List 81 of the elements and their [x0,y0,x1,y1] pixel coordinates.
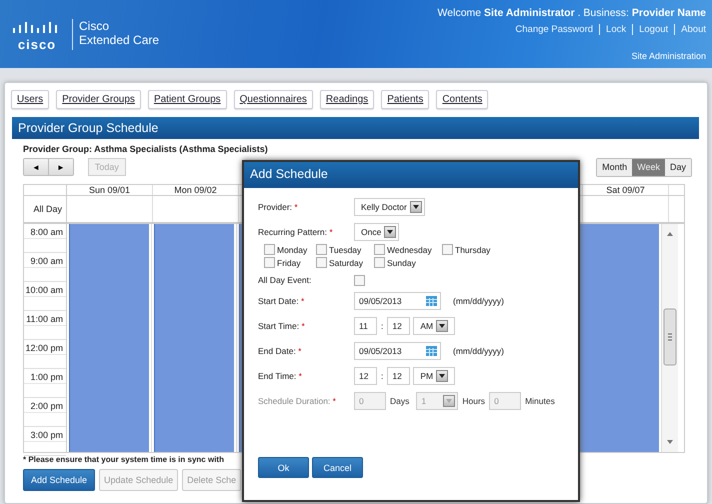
calendar-icon[interactable] [426,346,437,356]
checkbox-label: Monday [277,244,308,254]
am-pm-dropdown[interactable]: PM [413,366,456,384]
time-label: 12:00 pm [25,343,63,353]
time-label: 3:00 pm [30,430,63,440]
welcome-text: Welcome Site Administrator . Business: Provider Name [438,6,706,20]
date-format-hint: (mm/dd/yyyy) [453,296,504,306]
calendar-icon[interactable] [426,296,437,306]
day-header: Mon 09/02 [174,185,217,195]
hour-field[interactable]: 11 [354,316,377,334]
unit-label: Hours [462,396,486,406]
checkbox[interactable] [354,274,365,286]
minute-field[interactable]: 12 [387,366,410,384]
time-separator: : [381,320,384,330]
all-day-label: All Day [33,204,62,214]
time-label: 9:00 am [30,256,63,266]
dialog-button[interactable]: Ok [258,457,309,478]
date-format-hint: (mm/dd/yyyy) [453,346,504,356]
next-button[interactable]: ► [48,159,73,175]
nav-tab[interactable]: Patients [381,90,430,109]
field-label: All Day Event: [258,275,312,285]
view-button[interactable]: Week [632,158,665,176]
checkbox[interactable] [316,257,327,268]
view-button[interactable]: Month [597,158,632,176]
day-header: Sat 09/07 [606,185,645,195]
day-header: Sun 09/01 [88,185,130,195]
schedule-block[interactable] [579,224,659,452]
unit-label: Days [390,396,410,406]
time-label: 8:00 am [30,227,63,237]
time-label: 2:00 pm [30,401,63,411]
checkbox[interactable] [264,244,275,255]
nav-tab[interactable]: Users [11,90,50,109]
date-field[interactable]: 09/05/2013 [354,342,441,360]
dialog-title: Add Schedule [244,162,578,188]
section-label: Site Administration [631,51,706,61]
field-label: Start Time: * [258,320,306,330]
field-label: Schedule Duration: * [258,396,337,406]
nav-tab[interactable]: Questionnaires [234,90,313,109]
time-label: 10:00 am [25,285,63,295]
dropdown[interactable]: Kelly Doctor [354,198,425,216]
field-label: Start Date: * [258,296,306,306]
nav-tab[interactable]: Readings [320,90,374,109]
nav-tab[interactable]: Patient Groups [148,90,227,109]
header-link[interactable]: Change Password [509,24,600,35]
checkbox-label: Saturday [329,258,364,268]
provider-group-label: Provider Group: Asthma Specialists (Asthma Specialists) [23,144,269,154]
time-separator: : [381,370,384,380]
action-button[interactable]: Add Schedule [23,469,96,491]
checkbox-label: Wednesday [387,244,432,254]
product-subtitle: Extended Care [79,33,160,47]
time-label: 1:00 pm [30,372,63,382]
scrollbar[interactable] [662,224,678,452]
date-field[interactable]: 09/05/2013 [354,292,441,310]
panel-title: Provider Group Schedule [12,117,699,139]
view-button[interactable]: Day [664,158,691,176]
logo-wordmark: cisco [18,38,56,52]
minute-field[interactable]: 12 [387,316,410,334]
checkbox-label: Friday [277,258,301,268]
field-label: End Time: * [258,370,303,380]
am-pm-dropdown[interactable]: AM [413,316,456,334]
hour-field[interactable]: 12 [354,366,377,384]
previous-button[interactable]: ◄ [24,159,48,175]
checkbox-label: Tuesday [329,244,362,254]
checkbox[interactable] [374,257,385,268]
checkbox[interactable] [442,244,453,255]
time-label: 11:00 am [26,314,63,324]
dialog-button[interactable]: Cancel [312,457,363,478]
product-name: Cisco [79,19,110,33]
sync-note: * Please ensure that your system time is in sync with [23,455,225,464]
checkbox[interactable] [264,257,275,268]
nav-tab[interactable]: Provider Groups [56,90,141,109]
checkbox[interactable] [374,244,385,255]
unit-label: Minutes [525,396,555,406]
nav-tab[interactable]: Contents [436,90,488,109]
checkbox-label: Thursday [455,244,490,254]
checkbox[interactable] [316,244,327,255]
field-label: End Date: * [258,346,302,356]
checkbox-label: Sunday [387,258,416,268]
field-label: Provider: * [258,202,299,212]
field-label: Recurring Pattern: * [258,226,334,236]
dropdown[interactable]: Once [354,222,400,240]
